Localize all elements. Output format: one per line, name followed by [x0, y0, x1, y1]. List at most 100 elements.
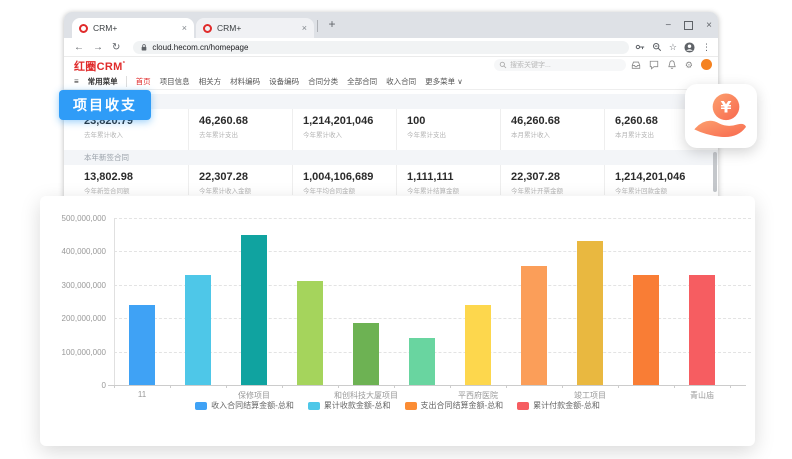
legend-item[interactable]: 支出合同结算金额-总和	[405, 400, 504, 411]
menu-dots-icon[interactable]: ⋮	[702, 42, 711, 53]
stats-row-1: 23,820.79去年累计收入46,260.68去年累计支出1,214,201,…	[64, 109, 718, 150]
tab-title: CRM+	[217, 23, 297, 33]
nav-item[interactable]: 首页	[136, 76, 151, 87]
avatar-icon[interactable]	[684, 42, 695, 53]
stat-label: 去年累计收入	[84, 129, 188, 139]
url-text[interactable]: cloud.hecom.cn/homepage	[152, 43, 248, 52]
x-axis-tick	[338, 385, 339, 388]
bar[interactable]	[521, 266, 547, 385]
nav-item[interactable]: 全部合同	[347, 76, 377, 87]
money-icon-card[interactable]: ¥	[685, 84, 757, 148]
bar[interactable]	[129, 305, 155, 385]
browser-tab-2[interactable]: CRM+ ×	[196, 18, 314, 38]
browser-tab-1[interactable]: CRM+ ×	[72, 18, 194, 38]
gridline	[114, 218, 751, 219]
nav-item[interactable]: 更多菜单 ∨	[425, 76, 463, 87]
stat-label: 今年平均合同金额	[303, 185, 396, 195]
star-icon[interactable]: ☆	[669, 42, 677, 53]
tab-close-icon[interactable]: ×	[302, 23, 307, 33]
y-axis-line	[114, 218, 115, 385]
nav-item[interactable]: 相关方	[199, 76, 222, 87]
header-icons: ⚙	[631, 59, 712, 70]
browser-window: CRM+ × CRM+ × + − × ← → ↻	[64, 12, 718, 220]
x-axis-category-label: 11	[82, 390, 202, 399]
site-logo[interactable]: 红圈CRM°	[74, 58, 125, 74]
user-avatar[interactable]	[701, 59, 712, 70]
stat-label: 今年累计结算金额	[407, 185, 500, 195]
chart-card: 0100,000,000200,000,000300,000,000400,00…	[40, 196, 755, 446]
legend-label: 累计收款金额-总和	[324, 400, 391, 411]
stat-label: 本月累计收入	[511, 129, 604, 139]
legend-chip	[517, 402, 529, 410]
bar[interactable]	[185, 275, 211, 385]
bar[interactable]	[409, 338, 435, 385]
stat-cell: 1,214,201,046今年累计回款金额	[604, 165, 708, 195]
stat-value: 22,307.28	[511, 171, 604, 183]
stat-value: 1,214,201,046	[303, 115, 396, 127]
screenshot-stage: CRM+ × CRM+ × + − × ← → ↻	[0, 0, 792, 459]
close-window-button[interactable]: ×	[706, 20, 712, 31]
legend-chip	[405, 402, 417, 410]
forward-icon[interactable]: →	[93, 42, 103, 53]
minimize-button[interactable]: −	[665, 20, 671, 31]
x-axis-tick	[562, 385, 563, 388]
lock-icon	[140, 43, 148, 52]
reload-icon[interactable]: ↻	[112, 42, 120, 53]
legend-label: 收入合同结算金额-总和	[211, 400, 294, 411]
logo-degree-mark: °	[123, 61, 126, 67]
hamburger-menu-icon[interactable]: ≡	[74, 77, 79, 86]
bar[interactable]	[633, 275, 659, 385]
legend-item[interactable]: 累计付款金额-总和	[517, 400, 600, 411]
bar[interactable]	[465, 305, 491, 385]
address-bar[interactable]: cloud.hecom.cn/homepage	[133, 41, 629, 54]
legend-item[interactable]: 累计收款金额-总和	[308, 400, 391, 411]
bar[interactable]	[577, 241, 603, 385]
browser-tab-strip: CRM+ × CRM+ × + − ×	[64, 12, 718, 38]
page-scrollbar[interactable]	[713, 152, 717, 192]
inbox-icon[interactable]	[631, 60, 641, 70]
stat-cell: 1,111,111今年累计结算金额	[396, 165, 500, 195]
nav-item[interactable]: 材料编码	[230, 76, 260, 87]
stat-value: 1,214,201,046	[615, 171, 708, 183]
stat-label: 去年累计支出	[199, 129, 292, 139]
gear-icon[interactable]: ⚙	[685, 60, 693, 70]
nav-item[interactable]: 收入合同	[386, 76, 416, 87]
stat-label: 今年累计支出	[407, 129, 500, 139]
crm-favicon-icon	[79, 24, 88, 33]
stat-value: 22,307.28	[199, 171, 292, 183]
y-axis-tick-label: 0	[44, 381, 106, 390]
nav-item[interactable]: 设备编码	[269, 76, 299, 87]
stat-cell: 22,307.28今年累计收入金额	[188, 165, 292, 195]
nav-item[interactable]: 常用菜单	[88, 76, 127, 87]
browser-toolbar: ← → ↻ cloud.hecom.cn/homepage ☆	[64, 38, 718, 57]
search-input[interactable]: 搜索关键字...	[494, 59, 626, 71]
bar[interactable]	[353, 323, 379, 385]
yen-hand-icon: ¥	[691, 89, 751, 143]
back-icon[interactable]: ←	[74, 42, 84, 53]
section-band-2: 本年新签合同	[64, 150, 718, 165]
bar[interactable]	[297, 281, 323, 385]
new-tab-button[interactable]: +	[324, 17, 340, 33]
bar[interactable]	[689, 275, 715, 385]
stat-label: 今年累计收入	[303, 129, 396, 139]
legend-item[interactable]: 收入合同结算金额-总和	[195, 400, 294, 411]
stat-cell: 1,004,106,689今年平均合同金额	[292, 165, 396, 195]
x-axis-tick	[618, 385, 619, 388]
search-icon	[499, 61, 507, 69]
stat-cell: 100今年累计支出	[396, 109, 500, 150]
bell-icon[interactable]	[667, 60, 677, 70]
x-axis-tick	[506, 385, 507, 388]
nav-item[interactable]: 合同分类	[308, 76, 338, 87]
maximize-button[interactable]	[684, 21, 693, 30]
tab-close-icon[interactable]: ×	[182, 23, 187, 33]
zoom-icon[interactable]	[652, 42, 662, 52]
tab-divider	[317, 20, 318, 32]
chart-legend: 收入合同结算金额-总和 累计收款金额-总和 支出合同结算金额-总和 累计付款金额-总和	[40, 400, 755, 411]
site-header: 红圈CRM° 搜索关键字... ⚙	[64, 57, 718, 73]
bar[interactable]	[241, 235, 267, 385]
nav-item[interactable]: 项目信息	[160, 76, 190, 87]
key-icon[interactable]	[635, 42, 645, 52]
stat-cell: 22,307.28今年累计开票金额	[500, 165, 604, 195]
stat-value: 13,802.98	[84, 171, 188, 183]
chat-icon[interactable]	[649, 60, 659, 70]
